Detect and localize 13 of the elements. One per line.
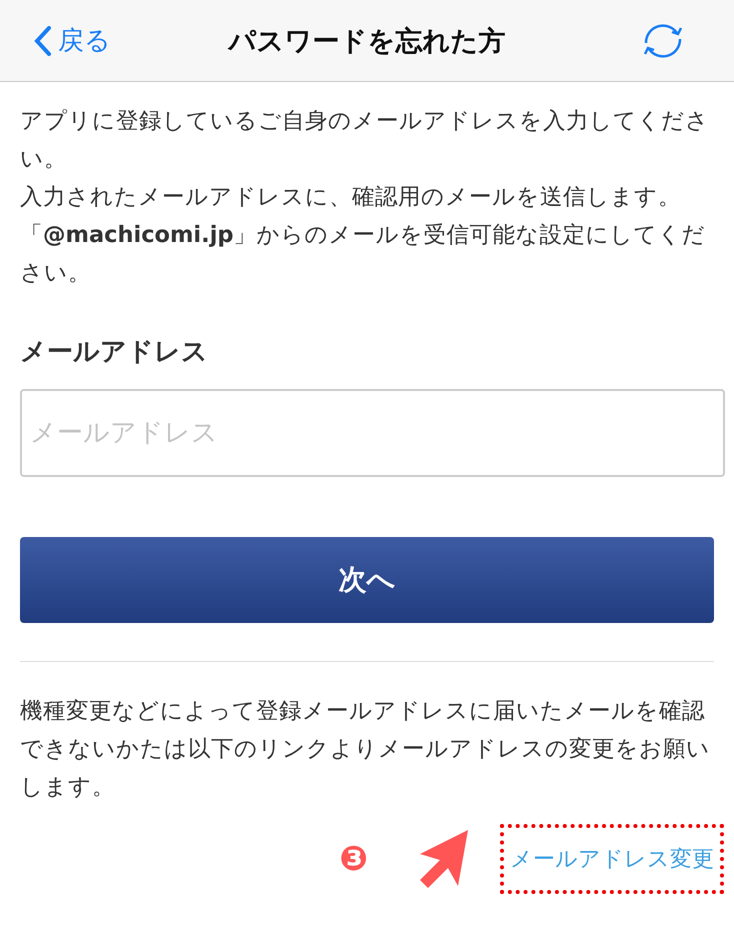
next-button[interactable]: 次へ [20, 537, 714, 623]
change-email-link[interactable]: メールアドレス変更 [500, 824, 724, 894]
intro-text: 「@machicomi.jp」からのメールを受信可能な設定にしてください。 [20, 221, 707, 288]
intro-text: 入力されたメールアドレスに、確認用のメールを送信します。 [20, 183, 682, 212]
chevron-left-icon [34, 26, 52, 56]
step-number: ❸ [339, 839, 368, 879]
email-field[interactable]: メールアドレス [20, 389, 725, 477]
window-title: パスワードを忘れた方 [228, 26, 506, 56]
field-label: メールアドレス [20, 336, 209, 369]
back-button[interactable]: 戻る [30, 19, 115, 62]
arrow-icon [418, 828, 470, 890]
intro-text: アプリに登録しているご自身のメールアドレスを入力してください。 [20, 107, 710, 174]
note-text: 機種変更などによって登録メールアドレスに届いたメールを確認できないかたは以下のリンクよりメールアドレスの変更をお願いします。 [20, 697, 711, 802]
